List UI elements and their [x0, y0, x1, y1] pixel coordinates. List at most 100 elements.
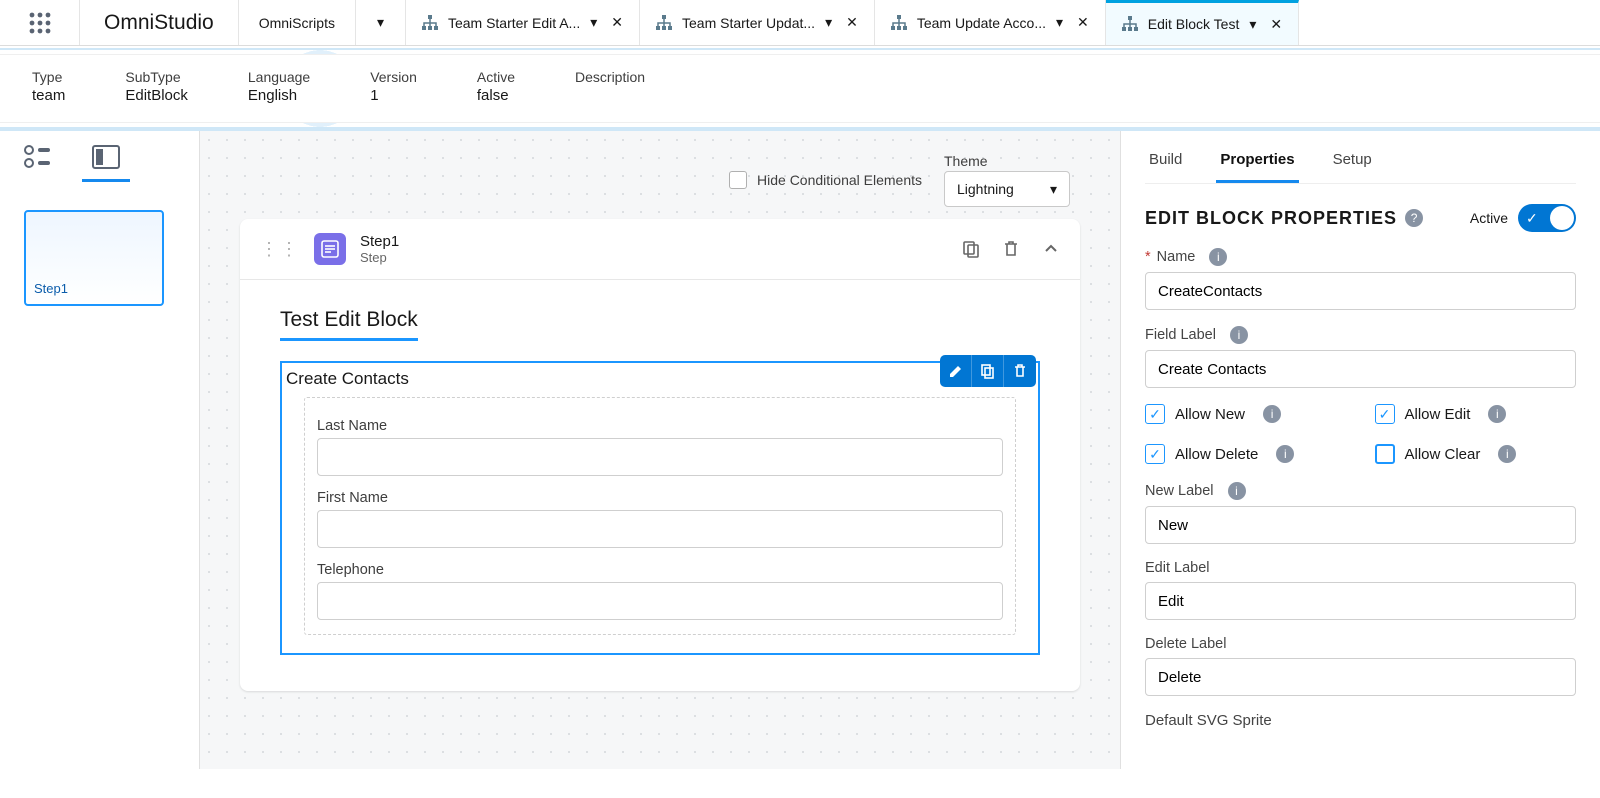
info-icon[interactable]: i — [1228, 482, 1246, 500]
canvas: Hide Conditional Elements Theme Lightnin… — [200, 131, 1120, 769]
hide-conditional-checkbox[interactable]: Hide Conditional Elements — [729, 171, 922, 189]
left-tool-rail: Step1 — [0, 131, 200, 769]
delete-icon[interactable] — [1002, 240, 1020, 258]
copy-icon[interactable] — [972, 355, 1004, 387]
allow-new-checkbox[interactable]: ✓ Allow New i — [1145, 404, 1347, 424]
hierarchy-icon — [422, 15, 438, 31]
theme-label: Theme — [944, 153, 988, 169]
name-input[interactable] — [1145, 272, 1576, 310]
field-input[interactable] — [317, 510, 1003, 548]
delete-icon[interactable] — [1004, 355, 1036, 387]
checkbox-icon — [1375, 444, 1395, 464]
checkbox-icon: ✓ — [1375, 404, 1395, 424]
field-label: First Name — [317, 490, 1003, 506]
panel-tab-properties[interactable]: Properties — [1216, 145, 1298, 183]
edit-icon[interactable] — [940, 355, 972, 387]
ribbon-active: Active false — [477, 69, 515, 104]
allow-delete-label: Allow Delete — [1175, 446, 1258, 463]
new-label-label: New Label — [1145, 483, 1214, 499]
field-last-name: Last Name — [317, 418, 1003, 476]
theme-select[interactable]: Lightning ▾ — [944, 171, 1070, 207]
info-icon[interactable]: i — [1230, 326, 1248, 344]
delete-label-label: Delete Label — [1145, 636, 1226, 652]
info-icon[interactable]: i — [1488, 405, 1506, 423]
ribbon-subtype: SubType EditBlock — [125, 69, 188, 104]
ribbon-type: Type team — [32, 69, 65, 104]
active-toggle[interactable]: ✓ — [1518, 204, 1576, 232]
section-title[interactable]: Test Edit Block — [280, 308, 418, 341]
field-edit-label: Edit Label — [1145, 560, 1576, 620]
allow-edit-label: Allow Edit — [1405, 406, 1471, 423]
theme-value: Lightning — [957, 181, 1014, 197]
hierarchy-icon — [891, 15, 907, 31]
tab-team-starter-update[interactable]: Team Starter Updat... ▾ ✕ — [640, 0, 875, 45]
allow-edit-checkbox[interactable]: ✓ Allow Edit i — [1375, 404, 1577, 424]
ribbon-language: Language English — [248, 69, 310, 104]
step-name: Step1 — [360, 233, 948, 250]
step-thumbnail[interactable]: Step1 — [24, 210, 164, 306]
app-launcher-icon[interactable] — [0, 0, 80, 45]
delete-label-input[interactable] — [1145, 658, 1576, 696]
tab-label: Team Starter Updat... — [682, 15, 815, 31]
field-input[interactable] — [317, 438, 1003, 476]
field-label-input[interactable] — [1145, 350, 1576, 388]
active-label: Active — [1470, 210, 1508, 226]
properties-panel: Build Properties Setup EDIT BLOCK PROPER… — [1120, 131, 1600, 769]
field-field-label: Field Label i — [1145, 326, 1576, 388]
ribbon-description: Description — [575, 69, 645, 104]
close-icon[interactable]: ✕ — [1270, 16, 1282, 33]
chevron-down-icon[interactable]: ▾ — [1249, 16, 1256, 33]
new-label-input[interactable] — [1145, 506, 1576, 544]
chevron-down-icon: ▾ — [377, 14, 384, 31]
allow-delete-checkbox[interactable]: ✓ Allow Delete i — [1145, 444, 1347, 464]
panel-tab-build[interactable]: Build — [1145, 145, 1186, 183]
close-icon[interactable]: ✕ — [611, 14, 623, 31]
collapse-icon[interactable] — [1042, 240, 1060, 258]
info-icon[interactable]: i — [1209, 248, 1227, 266]
tab-edit-block-test[interactable]: Edit Block Test ▾ ✕ — [1106, 0, 1299, 45]
chevron-down-icon[interactable]: ▾ — [1056, 14, 1063, 31]
edit-label-input[interactable] — [1145, 582, 1576, 620]
app-title: OmniStudio — [80, 0, 239, 45]
panel-title: EDIT BLOCK PROPERTIES — [1145, 208, 1397, 229]
check-icon: ✓ — [1526, 210, 1538, 227]
workspace: Step1 Hide Conditional Elements Theme Li… — [0, 129, 1600, 769]
info-icon[interactable]: i — [1498, 445, 1516, 463]
edit-block[interactable]: Create Contacts Last Name First Name — [280, 361, 1040, 655]
chevron-down-icon[interactable]: ▾ — [590, 14, 597, 31]
nav-item-dropdown[interactable]: ▾ — [356, 0, 406, 45]
step-type: Step — [360, 250, 948, 265]
tab-team-starter-edit[interactable]: Team Starter Edit A... ▾ ✕ — [406, 0, 640, 45]
copy-icon[interactable] — [962, 240, 980, 258]
checkbox-icon: ✓ — [1145, 404, 1165, 424]
info-icon[interactable]: i — [1276, 445, 1294, 463]
tool-tab-layout[interactable] — [82, 141, 130, 182]
field-telephone: Telephone — [317, 562, 1003, 620]
field-delete-label: Delete Label — [1145, 636, 1576, 696]
info-icon[interactable]: ? — [1405, 209, 1423, 227]
field-label-label: Field Label — [1145, 327, 1216, 343]
drag-handle-icon[interactable]: ⋮⋮ — [260, 244, 300, 254]
tab-label: Team Starter Edit A... — [448, 15, 580, 31]
record-ribbon: Type team SubType EditBlock Language Eng… — [0, 48, 1600, 129]
panel-tab-setup[interactable]: Setup — [1329, 145, 1376, 183]
default-svg-label: Default SVG Sprite — [1145, 712, 1576, 729]
global-tab-bar: OmniStudio OmniScripts ▾ Team Starter Ed… — [0, 0, 1600, 46]
allow-clear-label: Allow Clear — [1405, 446, 1481, 463]
checkbox-icon — [729, 171, 747, 189]
chevron-down-icon[interactable]: ▾ — [825, 14, 832, 31]
close-icon[interactable]: ✕ — [846, 14, 858, 31]
block-action-bar — [940, 355, 1036, 387]
close-icon[interactable]: ✕ — [1077, 14, 1089, 31]
field-label: Last Name — [317, 418, 1003, 434]
step-card: ⋮⋮ Step1 Step Test Edit Block — [240, 219, 1080, 691]
allow-new-label: Allow New — [1175, 406, 1245, 423]
tab-team-update-account[interactable]: Team Update Acco... ▾ ✕ — [875, 0, 1106, 45]
field-name: *Namei — [1145, 248, 1576, 310]
allow-clear-checkbox[interactable]: Allow Clear i — [1375, 444, 1577, 464]
info-icon[interactable]: i — [1263, 405, 1281, 423]
step-thumb-label: Step1 — [34, 281, 68, 296]
nav-item-omniscripts[interactable]: OmniScripts — [239, 0, 356, 45]
field-input[interactable] — [317, 582, 1003, 620]
tool-tab-tree[interactable] — [14, 141, 62, 182]
